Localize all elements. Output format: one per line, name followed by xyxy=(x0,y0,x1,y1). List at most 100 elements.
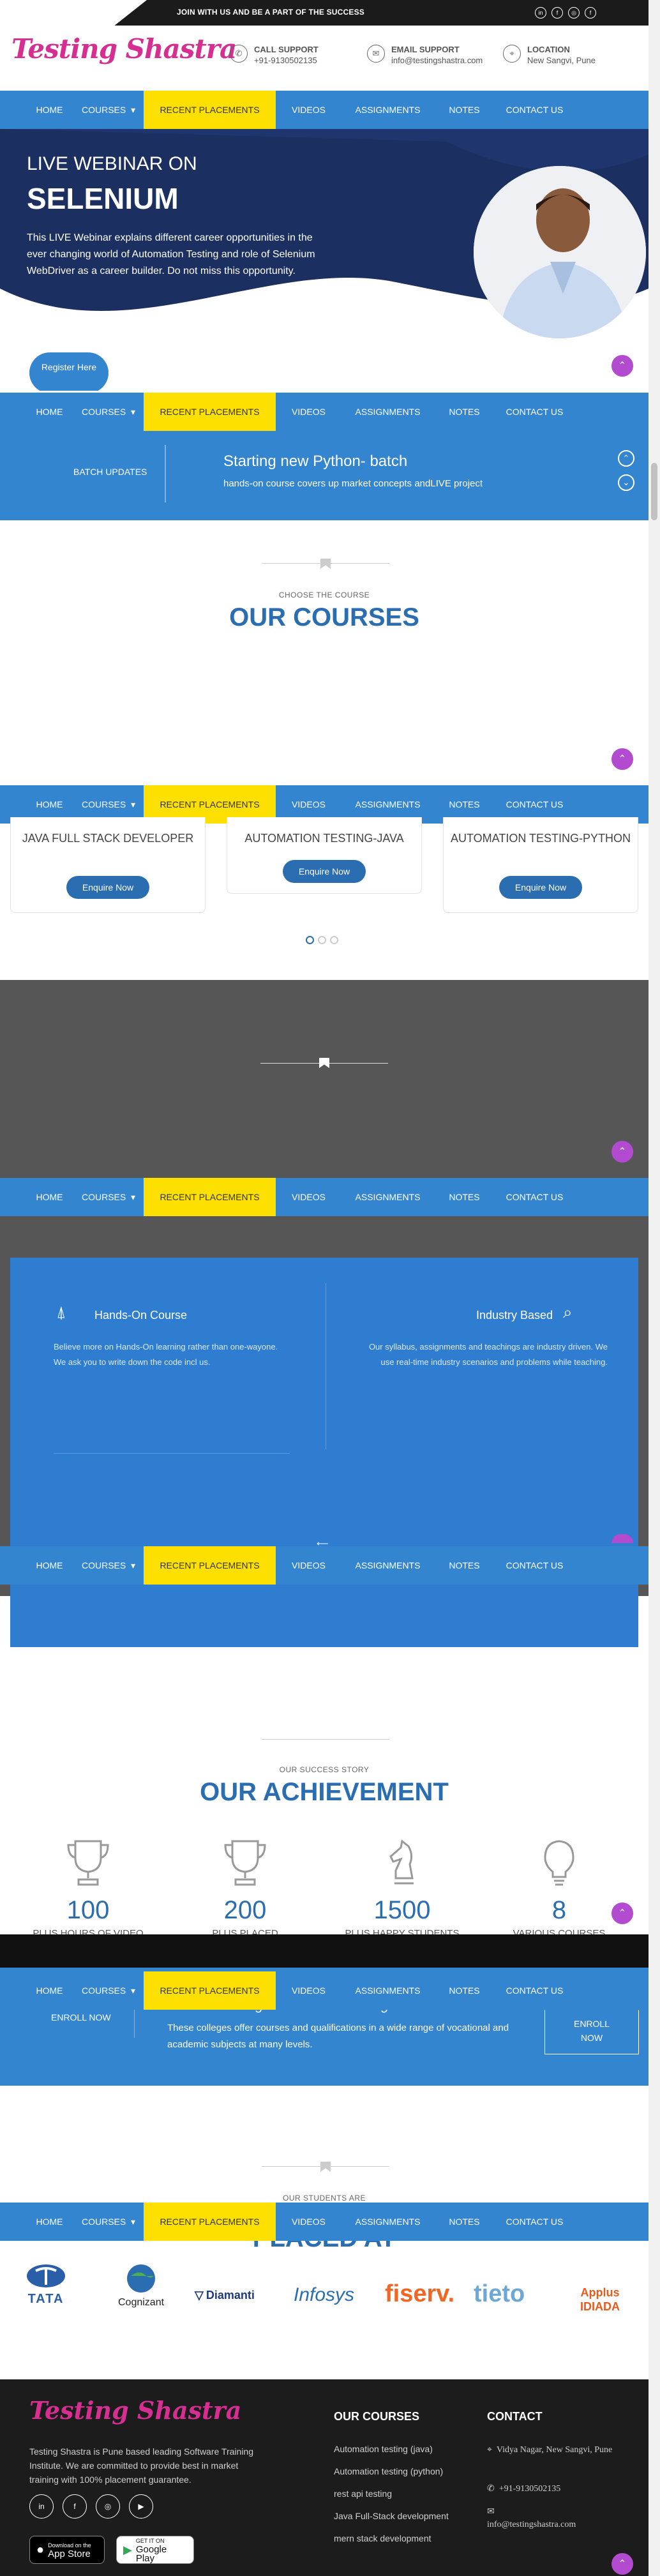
hero-title: SELENIUM xyxy=(27,182,179,215)
nav-home[interactable]: HOME xyxy=(26,393,73,431)
nav-courses[interactable]: COURSES ▾ xyxy=(73,2203,144,2241)
nav-home[interactable]: HOME xyxy=(26,2203,73,2241)
nav-recent-placements[interactable]: RECENT PLACEMENTS xyxy=(144,91,276,129)
nav-courses[interactable]: COURSES ▾ xyxy=(73,1178,144,1216)
nav-recent-placements[interactable]: RECENT PLACEMENTS xyxy=(144,1178,276,1216)
nav-assignments[interactable]: ASSIGNMENTS xyxy=(341,1971,434,2010)
nav-contact[interactable]: CONTACT US xyxy=(495,393,574,431)
nav-notes[interactable]: NOTES xyxy=(434,1546,495,1585)
enroll-now-link[interactable]: ENROLL NOW xyxy=(51,2012,111,2022)
company-logo-tata: TATA xyxy=(26,2263,66,2307)
carousel-dot[interactable] xyxy=(330,936,338,944)
phone-icon: ✆ xyxy=(230,45,248,63)
nav-contact[interactable]: CONTACT US xyxy=(495,91,574,129)
facebook-icon[interactable]: f xyxy=(551,7,563,19)
company-logo-infosys: Infosys xyxy=(294,2284,355,2305)
nav-videos[interactable]: VIDEOS xyxy=(276,1546,341,1585)
nav-contact[interactable]: CONTACT US xyxy=(495,1178,574,1216)
call-support[interactable]: ✆ CALL SUPPORT +91-9130502135 xyxy=(230,45,319,65)
nav-notes[interactable]: NOTES xyxy=(434,1971,495,2010)
app-store-badge[interactable]: ● Download on the App Store xyxy=(29,2536,105,2564)
nav-courses[interactable]: COURSES ▾ xyxy=(73,91,144,129)
enroll-now-button[interactable]: ENROLL NOW xyxy=(544,2005,639,2054)
nav-videos[interactable]: VIDEOS xyxy=(276,1971,341,2010)
nav-recent-placements[interactable]: RECENT PLACEMENTS xyxy=(144,393,276,431)
nav-videos[interactable]: VIDEOS xyxy=(276,91,341,129)
youtube-icon[interactable]: ▶ xyxy=(129,2494,153,2519)
register-button[interactable]: Register Here xyxy=(29,352,109,391)
chevron-up-icon[interactable]: ⌃ xyxy=(618,450,634,467)
course-card-title: JAVA FULL STACK DEVELOPER xyxy=(22,832,194,845)
scroll-top-button[interactable]: ⌃ xyxy=(611,355,633,377)
footer-course-link[interactable]: mern stack development xyxy=(334,2533,431,2543)
nav-assignments[interactable]: ASSIGNMENTS xyxy=(341,393,434,431)
stat-value: 8 xyxy=(551,1896,567,1924)
bookmark-icon xyxy=(320,2162,331,2172)
carousel-dot-active[interactable] xyxy=(306,936,314,944)
nav-notes[interactable]: NOTES xyxy=(434,2203,495,2241)
enquire-now-button[interactable]: Enquire Now xyxy=(499,876,582,899)
nav-courses[interactable]: COURSES ▾ xyxy=(73,393,144,431)
scroll-top-button[interactable]: ⌃ xyxy=(611,2553,633,2575)
nav-assignments[interactable]: ASSIGNMENTS xyxy=(341,2203,434,2241)
nav-contact[interactable]: CONTACT US xyxy=(495,1971,574,2010)
carousel-dot[interactable] xyxy=(318,936,326,944)
nav-home[interactable]: HOME xyxy=(26,1971,73,2010)
company-logo-cognizant: Cognizant xyxy=(118,2263,164,2309)
nav-assignments[interactable]: ASSIGNMENTS xyxy=(341,1546,434,1585)
calendar-icon: ▦ xyxy=(50,321,59,332)
site-logo[interactable]: Testing Shastra xyxy=(11,33,237,64)
nav-videos[interactable]: VIDEOS xyxy=(276,393,341,431)
enquire-now-button[interactable]: Enquire Now xyxy=(283,860,366,883)
footer-course-link[interactable]: Automation testing (python) xyxy=(334,2466,443,2476)
footer-phone[interactable]: ✆ +91-9130502135 xyxy=(487,2483,560,2494)
nav-recent-placements[interactable]: RECENT PLACEMENTS xyxy=(144,2203,276,2241)
email-support[interactable]: ✉ EMAIL SUPPORT info@testingshastra.com xyxy=(367,45,483,65)
footer-course-link[interactable]: rest api testing xyxy=(334,2489,392,2499)
facebook-icon[interactable]: f xyxy=(63,2494,87,2519)
batch-subtitle: hands-on course covers up market concept… xyxy=(223,478,483,489)
nav-home[interactable]: HOME xyxy=(26,1178,73,1216)
nav-home[interactable]: HOME xyxy=(26,1546,73,1585)
nav-recent-placements[interactable]: RECENT PLACEMENTS xyxy=(144,1546,276,1585)
sticky-nav: HOME COURSES ▾ RECENT PLACEMENTS VIDEOS … xyxy=(0,2203,660,2241)
nav-courses[interactable]: COURSES ▾ xyxy=(73,1546,144,1585)
batch-label: BATCH UPDATES xyxy=(73,467,147,477)
nav-assignments[interactable]: ASSIGNMENTS xyxy=(341,91,434,129)
nav-courses[interactable]: COURSES ▾ xyxy=(73,1971,144,2010)
nav-notes[interactable]: NOTES xyxy=(434,1178,495,1216)
google-play-badge[interactable]: ▶ GET IT ON Google Play xyxy=(116,2536,194,2564)
enquire-now-button[interactable]: Enquire Now xyxy=(66,876,149,899)
linkedin-icon[interactable]: in xyxy=(29,2494,54,2519)
linkedin-icon[interactable]: in xyxy=(535,7,546,19)
nav-videos[interactable]: VIDEOS xyxy=(276,1178,341,1216)
scroll-top-button[interactable]: ⌃ xyxy=(611,1902,633,1924)
footer-logo[interactable]: Testing Shastra xyxy=(29,2396,241,2425)
footer-course-link[interactable]: Automation testing (java) xyxy=(334,2444,433,2454)
stat-value: 100 xyxy=(66,1896,110,1924)
hero-date: ▦ 12 th October 2021 xyxy=(50,320,147,333)
feature-text: Our syllabus, assignments and teachings … xyxy=(368,1342,608,1367)
features-box: ⍋ Hands-On Course Believe more on Hands-… xyxy=(10,1258,638,1647)
page-scrollbar[interactable] xyxy=(649,0,660,2576)
instagram-icon[interactable]: ◎ xyxy=(568,7,580,19)
nav-videos[interactable]: VIDEOS xyxy=(276,2203,341,2241)
feature-title: Hands-On Course xyxy=(94,1309,188,1322)
scrollbar-thumb[interactable] xyxy=(651,463,657,520)
chevron-down-icon[interactable]: ⌄ xyxy=(618,474,634,491)
nav-contact[interactable]: CONTACT US xyxy=(495,2203,574,2241)
nav-recent-placements[interactable]: RECENT PLACEMENTS xyxy=(144,1971,276,2010)
footer-course-link[interactable]: Java Full-Stack development xyxy=(334,2511,449,2521)
footer-address: ⌖ Vidya Nagar, New Sangvi, Pune xyxy=(487,2445,613,2455)
nav-assignments[interactable]: ASSIGNMENTS xyxy=(341,1178,434,1216)
nav-notes[interactable]: NOTES xyxy=(434,393,495,431)
nav-home[interactable]: HOME xyxy=(26,91,73,129)
nav-contact[interactable]: CONTACT US xyxy=(495,1546,574,1585)
batch-title[interactable]: Starting new Python- batch xyxy=(223,453,407,471)
scroll-top-button[interactable]: ⌃ xyxy=(611,748,633,770)
nav-notes[interactable]: NOTES xyxy=(434,91,495,129)
footer-email[interactable]: ✉ info@testingshastra.com xyxy=(487,2506,576,2531)
scroll-top-button[interactable]: ⌃ xyxy=(611,1141,633,1163)
instagram-icon[interactable]: ◎ xyxy=(96,2494,120,2519)
facebook-icon[interactable]: f xyxy=(585,7,596,19)
